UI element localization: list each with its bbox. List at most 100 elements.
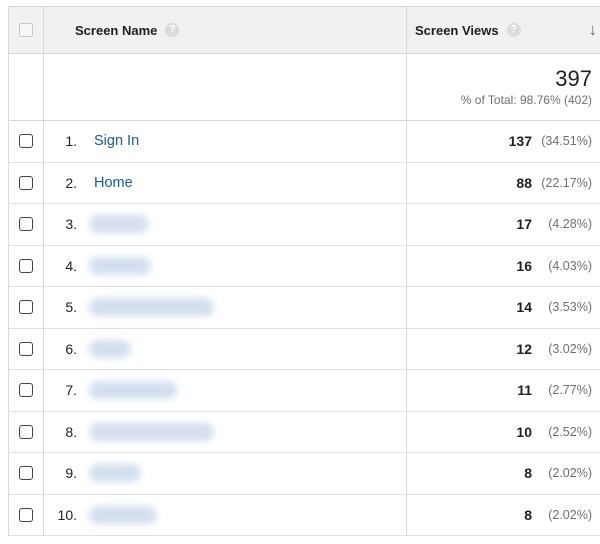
row-checkbox-cell[interactable]: [9, 453, 43, 494]
row-rank: 5.: [65, 299, 77, 316]
row-rank: 7.: [65, 382, 77, 399]
screen-views-percent: (2.77%): [548, 383, 592, 398]
screen-views-cell: 8 (2.02%): [407, 453, 600, 494]
help-icon[interactable]: ?: [165, 23, 180, 37]
row-checkbox[interactable]: [19, 217, 33, 232]
screen-name-link[interactable]: Sign In: [94, 133, 139, 149]
table-row: 3. 17 (4.28%): [9, 204, 600, 246]
table-row: 2. Home 88 (22.17%): [9, 162, 600, 204]
screen-views-percent: (34.51%): [541, 134, 592, 149]
screen-name-cell: 7.: [43, 370, 407, 411]
row-rank: 1.: [65, 133, 77, 150]
row-rank: 10.: [57, 506, 77, 523]
row-checkbox-cell[interactable]: [9, 287, 43, 328]
screen-views-cell: 88 (22.17%): [407, 163, 600, 204]
table-row: 4. 16 (4.03%): [9, 245, 600, 287]
screen-name-link-redacted[interactable]: [89, 215, 149, 234]
screen-views-percent: (4.03%): [548, 258, 592, 273]
screen-name-link-redacted[interactable]: [89, 339, 131, 358]
screen-views-percent: (3.53%): [548, 300, 592, 315]
row-rank: 9.: [65, 465, 77, 482]
screen-views-cell: 8 (2.02%): [407, 495, 600, 536]
screen-views-value: 16: [516, 257, 532, 274]
table-header-row: Screen Name ? Screen Views ? ↓: [9, 7, 600, 54]
screen-views-table: Screen Name ? Screen Views ? ↓ 397 % of …: [8, 6, 600, 536]
screen-name-cell: 2. Home: [43, 162, 407, 203]
screen-views-value: 8: [524, 465, 532, 482]
row-checkbox-cell[interactable]: [9, 163, 43, 204]
table-row: 10. 8 (2.02%): [9, 494, 600, 536]
row-checkbox-cell[interactable]: [9, 204, 43, 245]
help-icon[interactable]: ?: [506, 23, 521, 37]
screen-views-percent: (22.17%): [541, 175, 592, 190]
sort-descending-arrow-icon[interactable]: ↓: [589, 20, 598, 40]
table-row: 1. Sign In 137 (34.51%): [9, 121, 600, 163]
screen-views-cell: 10 (2.52%): [407, 412, 600, 453]
row-checkbox[interactable]: [19, 300, 33, 315]
screen-name-cell: 4.: [43, 245, 407, 286]
screen-name-link-redacted[interactable]: [89, 422, 214, 441]
screen-views-value: 88: [516, 174, 532, 191]
row-checkbox[interactable]: [19, 134, 33, 149]
screen-views-value: 17: [516, 216, 532, 233]
screen-views-percent: (2.52%): [548, 424, 592, 439]
screen-views-cell: 17 (4.28%): [407, 204, 600, 245]
table-row: 5. 14 (3.53%): [9, 287, 600, 329]
row-rank: 4.: [65, 257, 77, 274]
row-checkbox[interactable]: [19, 341, 33, 356]
screen-views-percent: (2.02%): [548, 466, 592, 481]
screen-name-link[interactable]: Home: [94, 175, 133, 191]
screen-views-header-label[interactable]: Screen Views: [415, 23, 499, 38]
row-checkbox[interactable]: [19, 424, 33, 439]
screen-name-link-redacted[interactable]: [89, 505, 157, 524]
totals-cell: 397 % of Total: 98.76% (402): [407, 54, 600, 120]
screen-views-cell: 137 (34.51%): [407, 121, 600, 162]
screen-name-link-redacted[interactable]: [89, 464, 141, 483]
row-checkbox-cell[interactable]: [9, 329, 43, 370]
total-screen-views: 397: [555, 66, 592, 91]
screen-views-cell: 14 (3.53%): [407, 287, 600, 328]
row-checkbox-cell[interactable]: [9, 412, 43, 453]
table-row: 9. 8 (2.02%): [9, 453, 600, 495]
select-all-cell[interactable]: [9, 7, 43, 53]
row-rank: 2.: [65, 174, 77, 191]
row-checkbox[interactable]: [19, 507, 33, 522]
row-checkbox[interactable]: [19, 175, 33, 190]
table-row: 8. 10 (2.52%): [9, 411, 600, 453]
screen-views-value: 10: [516, 423, 532, 440]
screen-views-cell: 11 (2.77%): [407, 370, 600, 411]
screen-name-link-redacted[interactable]: [89, 256, 151, 275]
screen-name-link-redacted[interactable]: [89, 298, 214, 317]
row-checkbox[interactable]: [19, 466, 33, 481]
screen-views-cell: 16 (4.03%): [407, 246, 600, 287]
screen-views-percent: (2.02%): [548, 507, 592, 522]
row-checkbox[interactable]: [19, 383, 33, 398]
screen-name-header-label[interactable]: Screen Name: [75, 23, 157, 38]
screen-views-value: 14: [516, 299, 532, 316]
row-checkbox-cell[interactable]: [9, 495, 43, 536]
screen-name-column-header[interactable]: Screen Name ?: [43, 7, 407, 53]
screen-name-cell: 5.: [43, 287, 407, 328]
screen-views-column-header[interactable]: Screen Views ? ↓: [407, 7, 600, 53]
row-checkbox-cell[interactable]: [9, 121, 43, 162]
row-checkbox-cell[interactable]: [9, 370, 43, 411]
table-row: 7. 11 (2.77%): [9, 370, 600, 412]
screen-name-link-redacted[interactable]: [89, 381, 177, 400]
row-checkbox-cell[interactable]: [9, 246, 43, 287]
screen-views-percent: (4.28%): [548, 217, 592, 232]
percent-of-total: % of Total: 98.76% (402): [460, 93, 592, 107]
screen-views-value: 137: [508, 133, 532, 150]
row-rank: 6.: [65, 340, 77, 357]
screen-name-cell: 3.: [43, 204, 407, 245]
row-checkbox[interactable]: [19, 258, 33, 273]
screen-views-cell: 12 (3.02%): [407, 329, 600, 370]
row-rank: 8.: [65, 423, 77, 440]
screen-views-value: 8: [524, 506, 532, 523]
screen-name-cell: 8.: [43, 411, 407, 452]
select-all-checkbox[interactable]: [19, 23, 33, 37]
screen-views-value: 12: [516, 340, 532, 357]
screen-views-percent: (3.02%): [548, 341, 592, 356]
screen-name-cell: 1. Sign In: [43, 121, 407, 162]
totals-row: 397 % of Total: 98.76% (402): [9, 54, 600, 121]
row-rank: 3.: [65, 216, 77, 233]
